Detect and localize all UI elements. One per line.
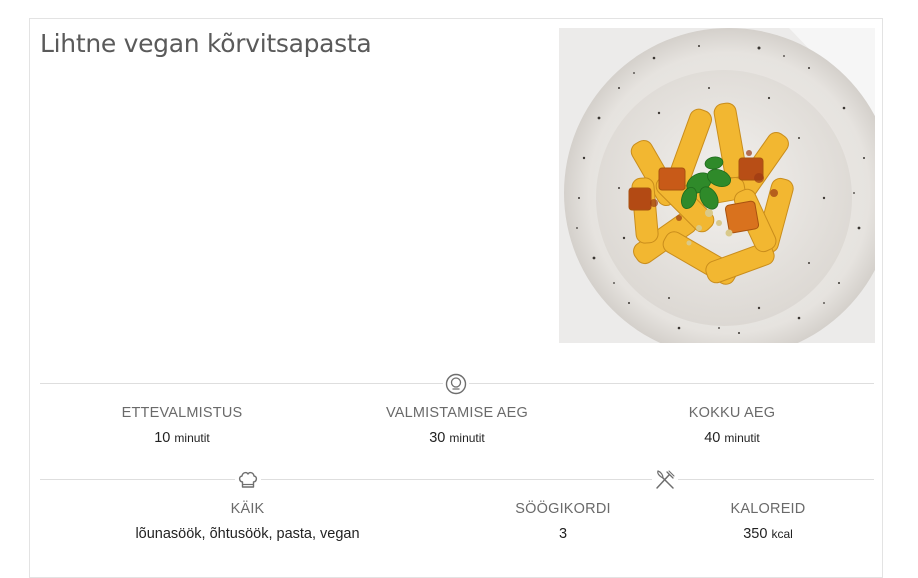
total-time-label: KOKKU AEG	[688, 405, 776, 421]
total-time: KOKKU AEG 40 minutit	[632, 405, 832, 446]
course-label: KÄIK	[230, 501, 265, 517]
prep-time-value: 10 minutit	[154, 430, 210, 446]
prep-time: ETTEVALMISTUS 10 minutit	[82, 405, 282, 446]
course-value: lõunasöök, õhtusöök, pasta, vegan	[135, 526, 360, 542]
calories-value: 350 kcal	[743, 526, 793, 542]
recipe-title: Lihtne vegan kõrvitsapasta	[40, 29, 372, 58]
total-time-value: 40 minutit	[704, 430, 760, 446]
fork-knife-icon	[652, 467, 678, 493]
chef-hat-icon	[235, 467, 261, 493]
timer-icon	[443, 371, 469, 397]
recipe-photo	[559, 28, 875, 343]
cook-time-label: VALMISTAMISE AEG	[385, 405, 529, 421]
cook-time: VALMISTAMISE AEG 30 minutit	[342, 405, 572, 446]
course: KÄIK lõunasöök, õhtusöök, pasta, vegan	[90, 501, 405, 542]
servings: SÖÖGIKORDI 3	[473, 501, 653, 542]
calories: KALOREID 350 kcal	[678, 501, 858, 542]
calories-label: KALOREID	[730, 501, 806, 517]
servings-label: SÖÖGIKORDI	[515, 501, 611, 517]
recipe-card: Lihtne vegan kõrvitsapasta ETTEVALMISTUS…	[29, 18, 883, 578]
prep-time-label: ETTEVALMISTUS	[121, 405, 243, 421]
divider-details	[40, 479, 874, 480]
servings-value: 3	[558, 526, 568, 542]
cook-time-value: 30 minutit	[429, 430, 485, 446]
